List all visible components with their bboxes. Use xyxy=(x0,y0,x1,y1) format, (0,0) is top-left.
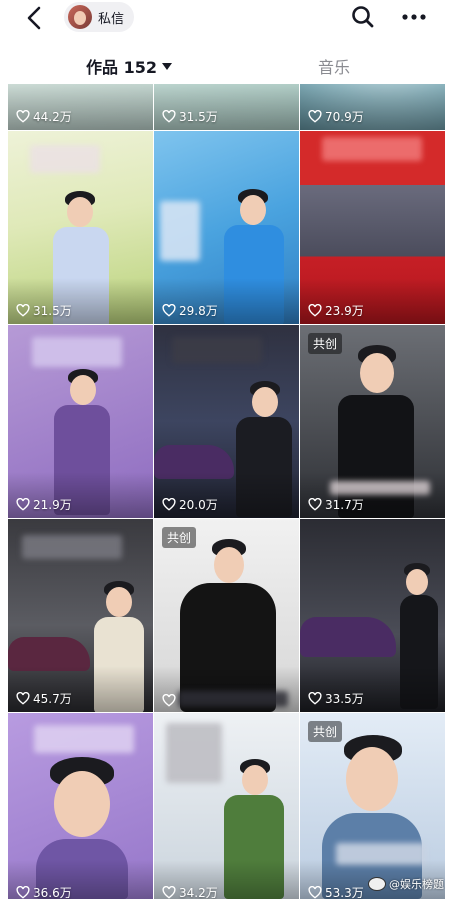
heart-icon xyxy=(308,692,322,705)
like-count-label: 31.7万 xyxy=(325,498,364,512)
video-thumbnail[interactable]: 31.5万 xyxy=(8,131,153,324)
heart-icon xyxy=(308,304,322,317)
heart-icon xyxy=(162,304,176,317)
like-count: 31.5万 xyxy=(16,302,72,319)
like-count-label: 29.8万 xyxy=(179,304,218,318)
like-count: 70.9万 xyxy=(308,108,364,125)
like-count-label: 34.2万 xyxy=(179,886,218,899)
like-count-label: 23.9万 xyxy=(325,304,364,318)
video-thumbnail[interactable]: 23.9万 xyxy=(300,131,445,324)
car-shape xyxy=(300,617,396,657)
like-count: 53.3万 xyxy=(308,884,364,899)
heart-icon xyxy=(16,692,30,705)
heart-icon xyxy=(162,498,176,511)
like-count-label: 31.5万 xyxy=(179,110,218,124)
weibo-logo-icon xyxy=(368,877,386,891)
works-grid: 44.2万 31.5万 70.9万 31.5万 29.8万 23.9万 21.9… xyxy=(8,84,446,899)
video-thumbnail[interactable]: 20.0万 xyxy=(154,325,299,518)
co-create-badge: 共创 xyxy=(308,721,343,742)
video-thumbnail[interactable]: 36.6万 xyxy=(8,713,153,899)
private-message-label: 私信 xyxy=(98,11,125,27)
caret-down-icon xyxy=(161,62,172,70)
video-thumbnail[interactable]: 21.9万 xyxy=(8,325,153,518)
tab-works-label: 作品 152 xyxy=(86,58,157,77)
heart-icon xyxy=(16,886,30,899)
tab-bar: 作品 152 音乐 xyxy=(0,50,454,84)
watermark-text: @娱乐榜题 xyxy=(389,878,444,891)
video-thumbnail[interactable]: 45.7万 xyxy=(8,519,153,712)
video-thumbnail[interactable]: 共创 53.3万 xyxy=(300,713,445,899)
tab-music-label: 音乐 xyxy=(318,58,351,77)
like-count: 36.6万 xyxy=(16,884,72,899)
search-button[interactable] xyxy=(350,4,376,30)
like-count: 45.7万 xyxy=(16,690,72,707)
heart-icon xyxy=(308,110,322,123)
heart-icon xyxy=(162,886,176,899)
like-count: 34.2万 xyxy=(162,884,218,899)
search-icon xyxy=(352,6,374,28)
back-arrow-icon xyxy=(27,6,41,30)
heart-icon xyxy=(308,886,322,899)
like-count: 29.8万 xyxy=(162,302,218,319)
like-count-label: 36.6万 xyxy=(33,886,72,899)
more-button[interactable] xyxy=(400,4,428,30)
heart-icon xyxy=(16,498,30,511)
co-create-badge: 共创 xyxy=(308,333,343,354)
video-thumbnail[interactable]: 共创 xyxy=(154,519,299,712)
private-message-button[interactable]: 私信 xyxy=(64,2,135,32)
like-count: 31.5万 xyxy=(162,108,218,125)
like-count-label: 31.5万 xyxy=(33,304,72,318)
like-count-label: 21.9万 xyxy=(33,498,72,512)
video-thumbnail[interactable]: 70.9万 xyxy=(300,84,445,130)
video-thumbnail[interactable]: 29.8万 xyxy=(154,131,299,324)
heart-icon xyxy=(162,694,176,707)
like-count: 31.7万 xyxy=(308,496,364,513)
video-thumbnail[interactable]: 33.5万 xyxy=(300,519,445,712)
video-thumbnail[interactable]: 31.5万 xyxy=(154,84,299,130)
like-count: 44.2万 xyxy=(16,108,72,125)
like-count xyxy=(162,694,179,707)
like-count: 23.9万 xyxy=(308,302,364,319)
back-button[interactable] xyxy=(20,4,48,32)
heart-icon xyxy=(16,110,30,123)
co-create-badge: 共创 xyxy=(162,527,197,548)
video-thumbnail[interactable]: 34.2万 xyxy=(154,713,299,899)
like-count: 33.5万 xyxy=(308,690,364,707)
tab-music[interactable]: 音乐 xyxy=(318,50,350,82)
video-thumbnail[interactable]: 共创 31.7万 xyxy=(300,325,445,518)
like-count: 20.0万 xyxy=(162,496,218,513)
like-count-label: 20.0万 xyxy=(179,498,218,512)
heart-icon xyxy=(16,304,30,317)
like-count-label: 44.2万 xyxy=(33,110,72,124)
more-dots-icon xyxy=(402,14,426,20)
like-count-label: 33.5万 xyxy=(325,692,364,706)
heart-icon xyxy=(308,498,322,511)
avatar xyxy=(68,5,92,29)
like-count-label: 45.7万 xyxy=(33,692,72,706)
watermark: @娱乐榜题 xyxy=(368,876,444,892)
video-thumbnail[interactable]: 44.2万 xyxy=(8,84,153,130)
top-bar: 私信 xyxy=(0,0,454,36)
like-count: 21.9万 xyxy=(16,496,72,513)
like-count-label: 53.3万 xyxy=(325,886,364,899)
heart-icon xyxy=(162,110,176,123)
tab-works[interactable]: 作品 152 xyxy=(86,50,172,82)
like-count-label: 70.9万 xyxy=(325,110,364,124)
